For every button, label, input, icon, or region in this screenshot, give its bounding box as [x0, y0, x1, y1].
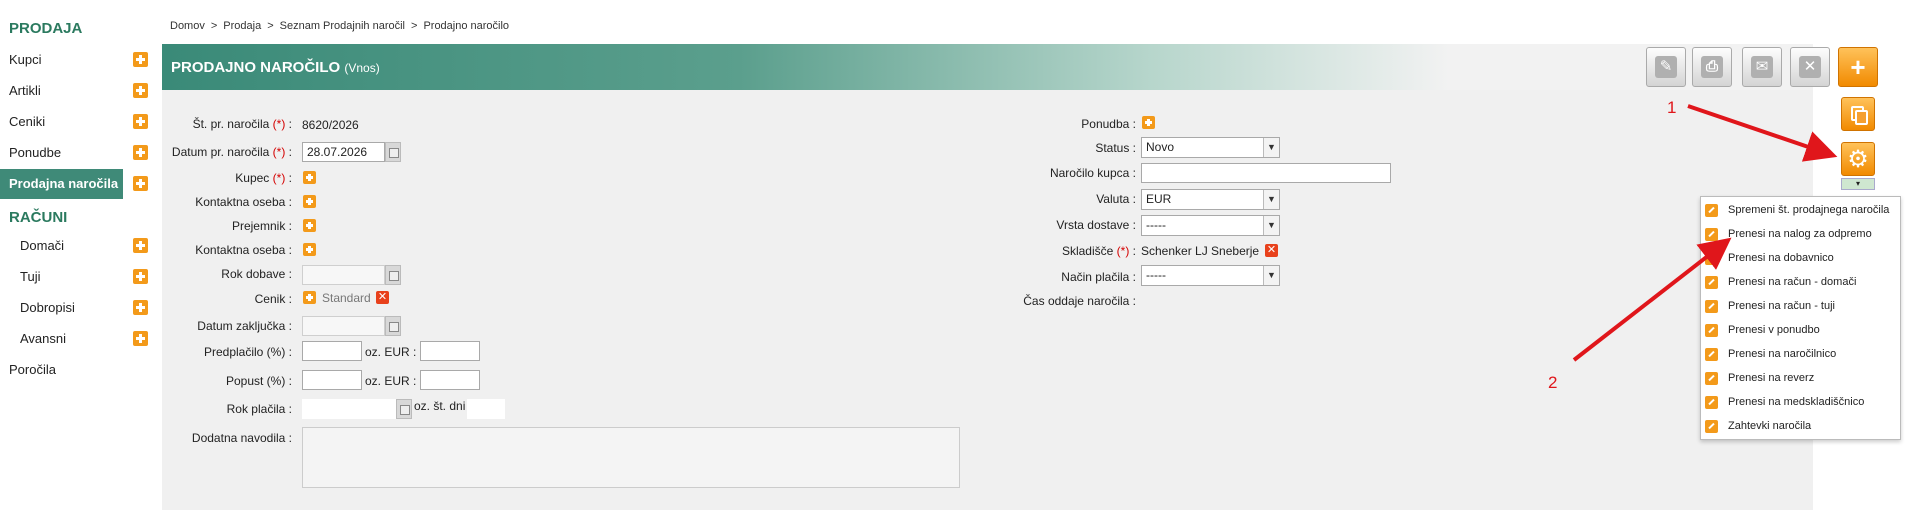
arrow-to-menu-item [1572, 237, 1732, 362]
arrow-to-settings [1687, 104, 1838, 162]
annotation-arrows [1572, 104, 1838, 362]
